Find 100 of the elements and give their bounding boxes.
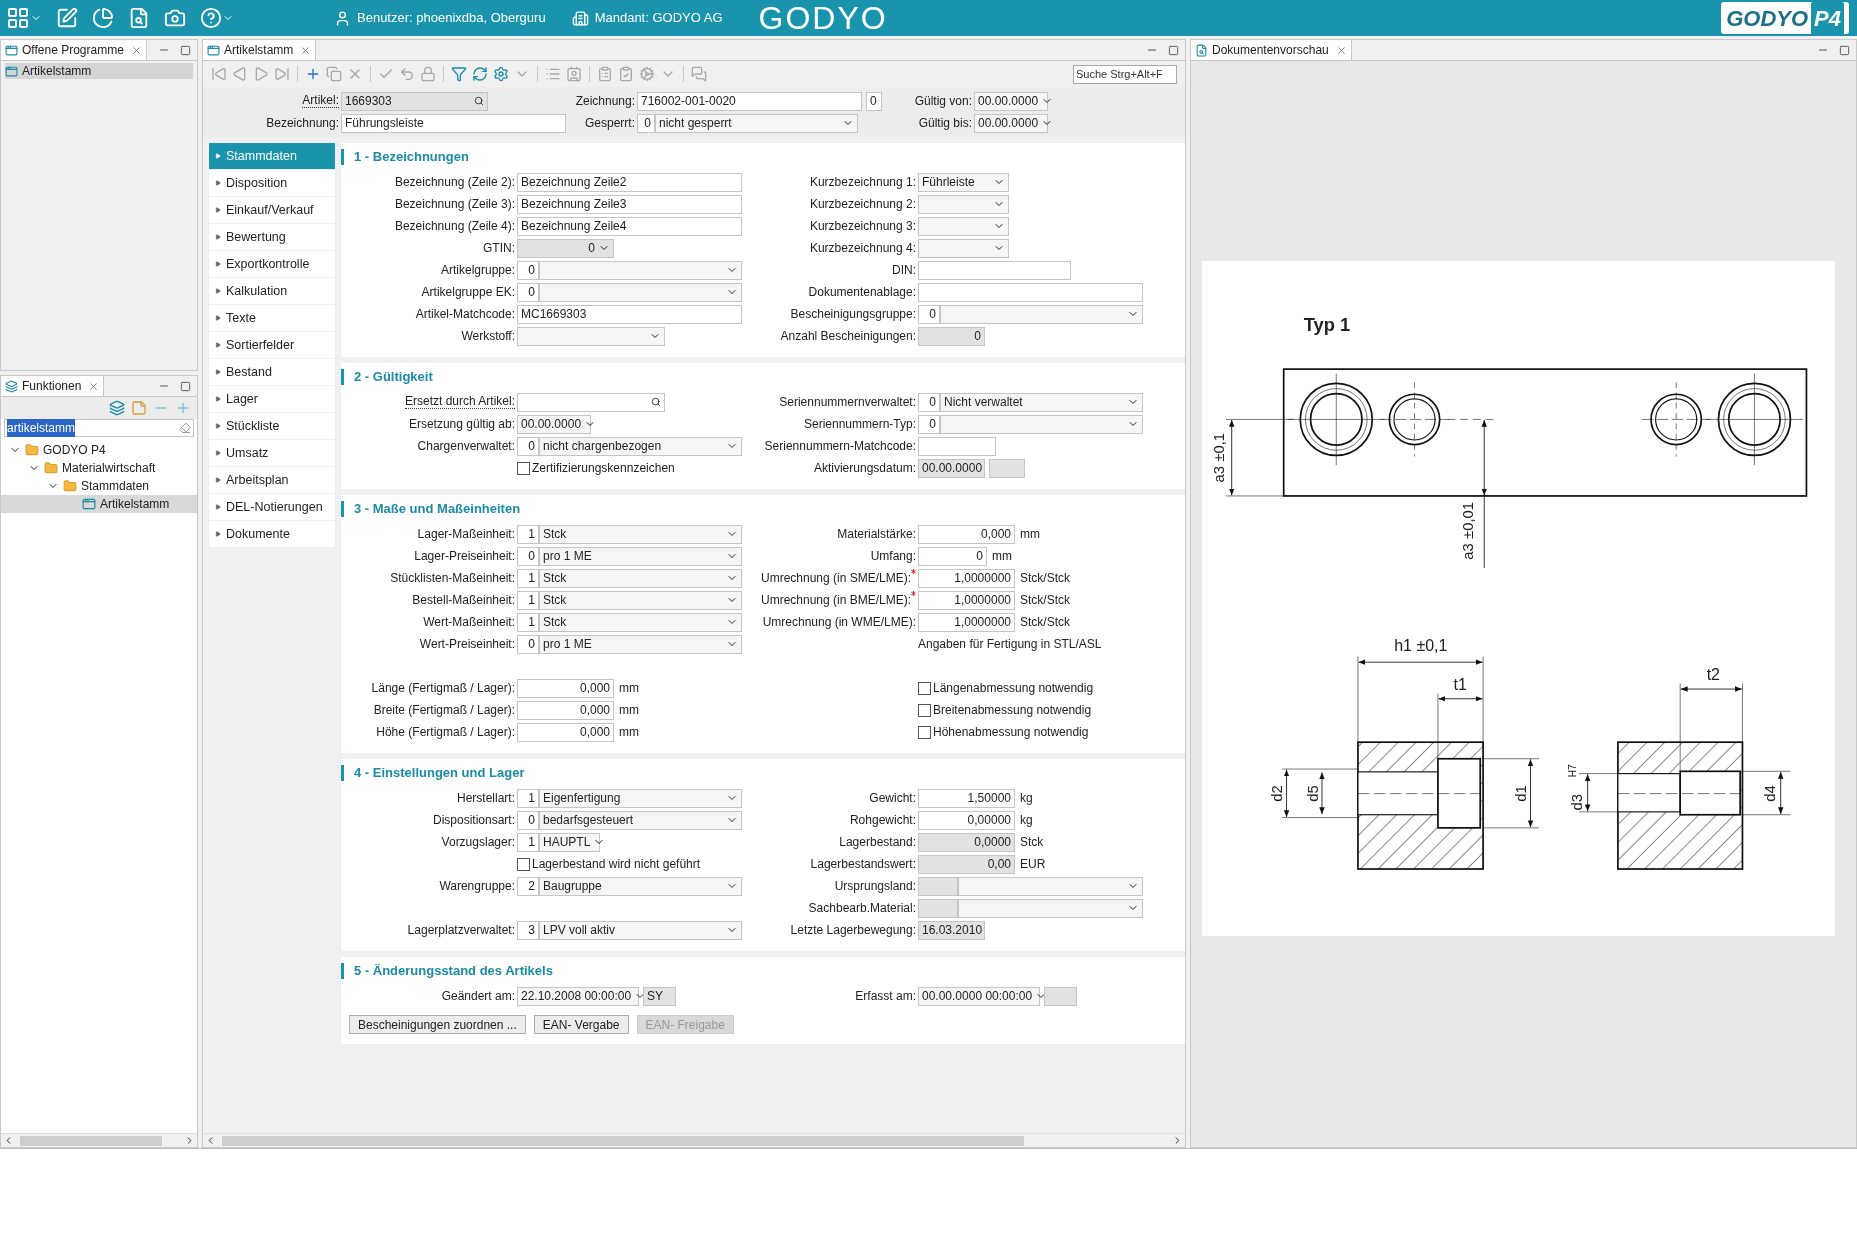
panel-tab[interactable]: Funktionen (1, 376, 105, 396)
note-icon[interactable] (131, 400, 147, 416)
input-field[interactable]: 0,00000 (918, 810, 1015, 830)
checkbox-label[interactable]: Breitenabmessung notwendig (933, 701, 1092, 719)
dropdown-field[interactable]: Baugruppe (539, 876, 742, 896)
input-field[interactable] (918, 436, 996, 456)
dropdown-field[interactable]: 0 (517, 238, 614, 258)
code-field[interactable] (918, 876, 958, 896)
dropdown-field[interactable]: Nicht verwaltet (940, 392, 1143, 412)
checkbox[interactable] (918, 703, 931, 717)
code-field[interactable]: 1 (517, 524, 539, 544)
nav-item[interactable]: Texte (209, 305, 335, 331)
code-field[interactable] (918, 898, 958, 918)
dropdown-field[interactable]: 00.00.0000 (517, 414, 591, 434)
code-field[interactable]: 0 (918, 414, 940, 434)
filter-icon[interactable] (451, 66, 467, 82)
dropdown-field[interactable] (940, 414, 1143, 434)
tree-item[interactable]: Stammdaten (1, 477, 197, 495)
layers-icon[interactable] (109, 400, 125, 416)
next-record-icon[interactable] (253, 66, 269, 82)
nav-item[interactable]: Umsatz (209, 440, 335, 466)
nav-item[interactable]: Stückliste (209, 413, 335, 439)
nav-item[interactable]: Stammdaten (209, 143, 335, 169)
code-field[interactable]: 1 (517, 590, 539, 610)
clear-icon[interactable] (179, 422, 191, 434)
input-field[interactable]: 1,0000000 (918, 612, 1015, 632)
code-field[interactable]: 0 (517, 260, 539, 280)
checkbox-label[interactable]: Höhenabmessung notwendig (933, 723, 1089, 741)
dropdown-field[interactable]: HAUPTL (539, 832, 600, 852)
contact-card-icon[interactable] (566, 66, 582, 82)
close-icon[interactable] (130, 44, 142, 56)
dropdown-field[interactable]: Stck (539, 590, 742, 610)
close-icon[interactable] (88, 380, 100, 392)
checkbox[interactable] (517, 461, 530, 475)
search-field[interactable]: 1669303 (341, 91, 488, 111)
tree-item[interactable]: Artikelstamm (1, 495, 197, 513)
clipboard-icon[interactable] (597, 66, 613, 82)
nav-item[interactable]: Exportkontrolle (209, 251, 335, 277)
dropdown-field[interactable]: Stck (539, 568, 742, 588)
dropdown-field[interactable]: pro 1 ME (539, 634, 742, 654)
scrollbar-thumb[interactable] (20, 1135, 163, 1146)
help-icon[interactable] (200, 7, 222, 29)
last-record-icon[interactable] (274, 66, 290, 82)
add-icon[interactable] (305, 66, 321, 82)
code-field[interactable]: 0 (517, 810, 539, 830)
settings-icon[interactable] (493, 66, 509, 82)
dropdown-field[interactable] (940, 304, 1143, 324)
action-button[interactable]: EAN- Vergabe (533, 1015, 629, 1034)
input-field[interactable]: 0,000 (517, 722, 614, 742)
dropdown-field[interactable]: 00.00.0000 (974, 113, 1048, 133)
input-field[interactable]: 716002-001-0020 (637, 91, 862, 111)
search-field[interactable]: Suche Strg+Alt+F (1073, 64, 1177, 84)
code-field[interactable]: 1 (517, 832, 539, 852)
code-field[interactable]: 0 (517, 282, 539, 302)
code-field[interactable]: 0 (517, 436, 539, 456)
dropdown-field[interactable]: LPV voll aktiv (539, 920, 742, 940)
nav-item[interactable]: Einkauf/Verkauf (209, 197, 335, 223)
program-item[interactable]: Artikelstamm (5, 63, 193, 79)
input-field[interactable]: Bezeichnung Zeile4 (517, 216, 742, 236)
dropdown-field[interactable]: 00.00.0000 (974, 91, 1048, 111)
dropdown-field[interactable]: pro 1 ME (539, 546, 742, 566)
input-field[interactable] (918, 260, 1071, 280)
list-icon[interactable] (545, 66, 561, 82)
maximize-icon[interactable] (180, 44, 191, 56)
undo-icon[interactable] (399, 66, 415, 82)
tree-item[interactable]: Materialwirtschaft (1, 459, 197, 477)
code-field[interactable]: 0 (918, 392, 940, 412)
pie-chart-icon[interactable] (92, 7, 114, 29)
dropdown-field[interactable] (918, 216, 1009, 236)
maximize-icon[interactable] (1839, 44, 1850, 56)
input-field[interactable]: 0,000 (517, 700, 614, 720)
panel-tab[interactable]: Offene Programme (1, 40, 147, 60)
lock-icon[interactable] (420, 66, 436, 82)
checkbox[interactable] (918, 725, 931, 739)
code-field[interactable]: 0 (637, 113, 655, 133)
copy-icon[interactable] (326, 66, 342, 82)
panel-tab[interactable]: Dokumentenvorschau (1191, 40, 1352, 60)
dropdown-field[interactable]: bedarfsgesteuert (539, 810, 742, 830)
maximize-icon[interactable] (180, 380, 191, 392)
scrollbar[interactable] (1, 1133, 197, 1147)
close-icon[interactable] (1335, 44, 1347, 56)
layout-icon[interactable] (6, 6, 30, 30)
input-field[interactable]: 0 (866, 91, 882, 111)
input-field[interactable]: Bezeichnung Zeile3 (517, 194, 742, 214)
input-field[interactable]: 0,000 (918, 524, 1015, 544)
input-field[interactable]: Bezeichnung Zeile2 (517, 172, 742, 192)
panel-tab[interactable]: Artikelstamm (203, 40, 317, 60)
refresh-icon[interactable] (472, 66, 488, 82)
dropdown-field[interactable] (918, 194, 1009, 214)
gears-icon[interactable] (639, 66, 655, 82)
dropdown-field[interactable]: nicht chargenbezogen (539, 436, 742, 456)
checkbox-label[interactable]: Längenabmessung notwendig (933, 679, 1094, 697)
nav-item[interactable]: Lager (209, 386, 335, 412)
dropdown-field[interactable]: Stck (539, 524, 742, 544)
nav-item[interactable]: DEL-Notierungen (209, 494, 335, 520)
checkbox-label[interactable]: Zertifizierungskennzeichen (532, 459, 675, 477)
input-field[interactable]: 0,000 (517, 678, 614, 698)
checkbox-label[interactable]: Lagerbestand wird nicht geführt (532, 855, 701, 873)
input-field[interactable]: MC1669303 (517, 304, 742, 324)
nav-item[interactable]: Disposition (209, 170, 335, 196)
